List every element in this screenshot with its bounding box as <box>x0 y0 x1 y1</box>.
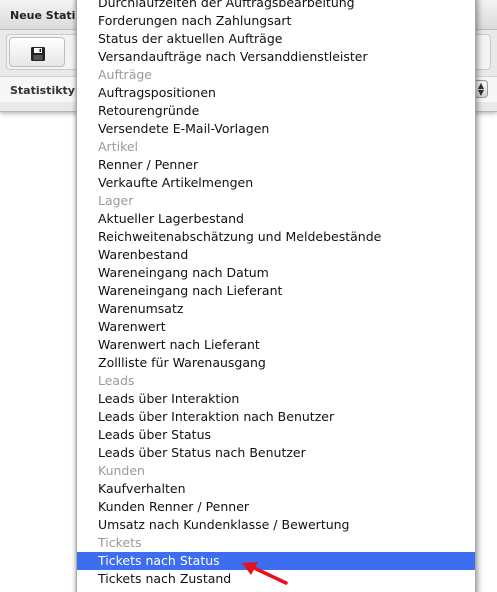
option-item[interactable]: Reichweitenabschätzung und Meldebestände <box>77 228 475 246</box>
option-item[interactable]: Aktueller Lagerbestand <box>77 210 475 228</box>
save-button[interactable] <box>9 37 65 67</box>
statistic-type-dropdown[interactable]: Durchlaufzeiten der Auftragsbearbeitung F… <box>76 0 476 592</box>
red-arrow-icon <box>242 562 288 585</box>
option-item[interactable]: Leads über Status <box>77 426 475 444</box>
option-item[interactable]: Durchlaufzeiten der Auftragsbearbeitung <box>77 0 475 12</box>
option-list: Durchlaufzeiten der Auftragsbearbeitung F… <box>77 0 475 588</box>
option-item[interactable]: Warenwert <box>77 318 475 336</box>
option-item[interactable]: Auftragspositionen <box>77 84 475 102</box>
statistic-type-label: Statistiktyp <box>10 84 83 97</box>
option-item[interactable]: Forderungen nach Zahlungsart <box>77 12 475 30</box>
option-group-header: Leads <box>98 373 135 388</box>
option-item[interactable]: Leads über Interaktion nach Benutzer <box>77 408 475 426</box>
option-item[interactable]: Umsatz nach Kundenklasse / Bewertung <box>77 516 475 534</box>
option-group-header: Aufträge <box>98 67 152 82</box>
option-group-header: Artikel <box>98 139 139 154</box>
option-item[interactable]: Warenwert nach Lieferant <box>77 336 475 354</box>
option-group-header: Kunden <box>98 463 145 478</box>
option-item[interactable]: Wareneingang nach Datum <box>77 264 475 282</box>
dialog-title: Neue Statis <box>10 9 82 22</box>
option-group-header: Tickets <box>98 535 142 550</box>
option-item[interactable]: Versendete E-Mail-Vorlagen <box>77 120 475 138</box>
option-item[interactable]: Kaufverhalten <box>77 480 475 498</box>
option-item[interactable]: Leads über Status nach Benutzer <box>77 444 475 462</box>
option-item[interactable]: Leads über Interaktion <box>77 390 475 408</box>
option-item[interactable]: Versandaufträge nach Versanddienstleiste… <box>77 48 475 66</box>
option-item[interactable]: Kunden Renner / Penner <box>77 498 475 516</box>
option-item[interactable]: Retourengründe <box>77 102 475 120</box>
option-item[interactable]: Warenbestand <box>77 246 475 264</box>
option-group-header: Lager <box>98 193 134 208</box>
option-item[interactable]: Zollliste für Warenausgang <box>77 354 475 372</box>
option-item[interactable]: Wareneingang nach Lieferant <box>77 282 475 300</box>
option-item[interactable]: Renner / Penner <box>77 156 475 174</box>
option-item[interactable]: Warenumsatz <box>77 300 475 318</box>
save-icon <box>31 47 45 61</box>
select-stepper-icon[interactable]: ▲ ▼ <box>474 80 488 98</box>
option-item[interactable]: Status der aktuellen Aufträge <box>77 30 475 48</box>
option-item[interactable]: Verkaufte Artikelmengen <box>77 174 475 192</box>
